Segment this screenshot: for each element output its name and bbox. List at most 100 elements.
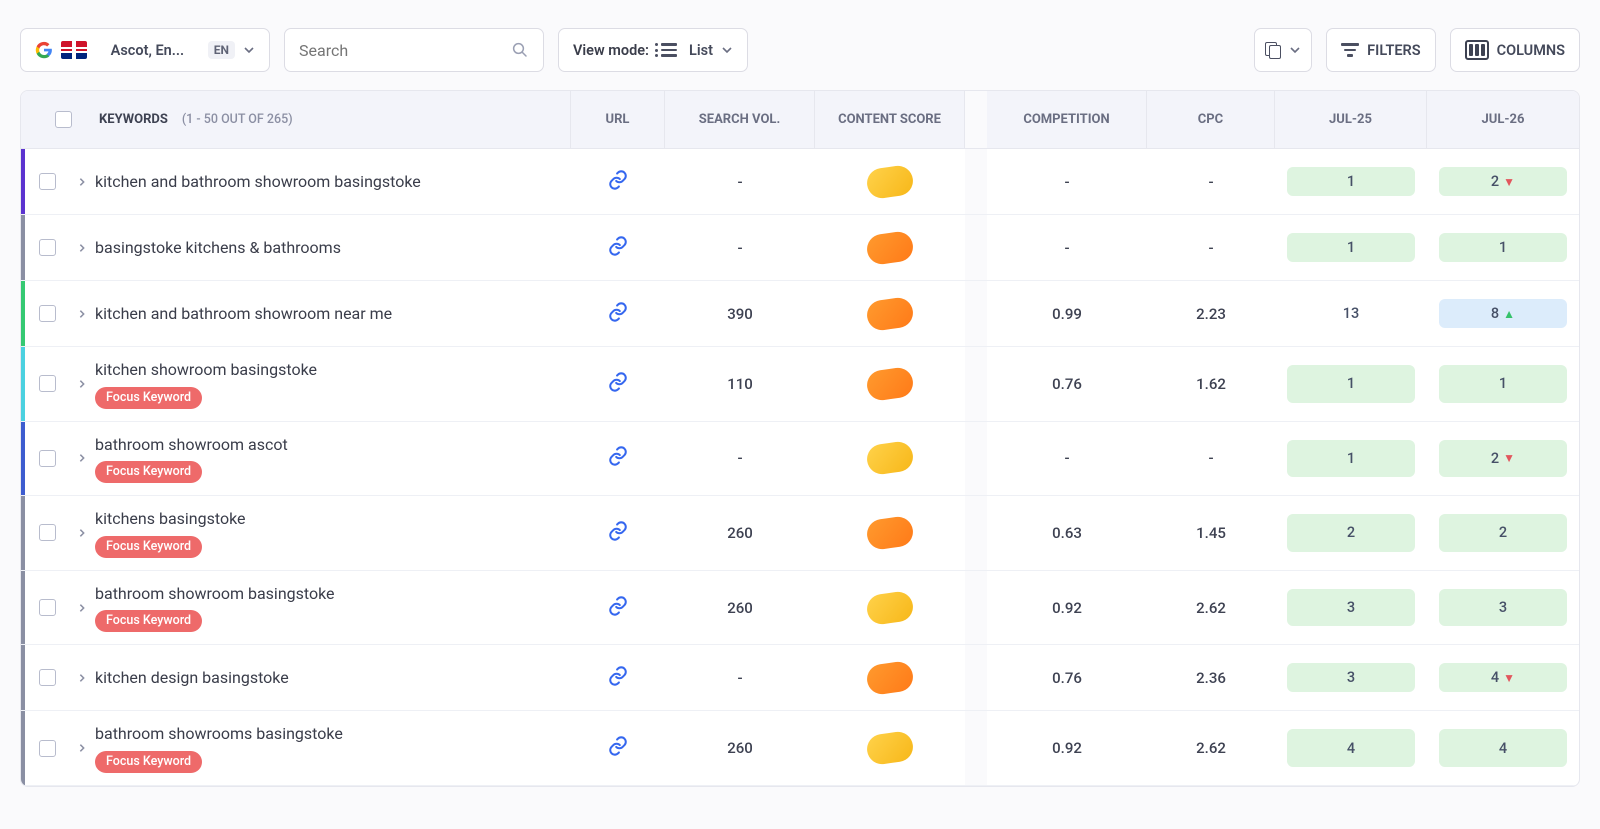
columns-icon (1465, 40, 1489, 60)
row-checkbox-cell (25, 149, 69, 214)
gap-cell (965, 711, 987, 785)
select-all-checkbox[interactable] (55, 111, 72, 128)
row-checkbox[interactable] (39, 239, 56, 256)
row-checkbox[interactable] (39, 375, 56, 392)
competition-cell: 0.63 (987, 496, 1147, 570)
col-date-2[interactable]: JUL-26 (1427, 91, 1579, 148)
url-cell[interactable] (571, 422, 665, 496)
keyword-cell[interactable]: bathroom showroom ascotFocus Keyword (95, 422, 571, 496)
expand-row[interactable] (69, 347, 95, 421)
rank-value: 2 (1499, 524, 1507, 541)
expand-row[interactable] (69, 711, 95, 785)
url-cell[interactable] (571, 215, 665, 280)
gap-cell (965, 215, 987, 280)
keyword-text: bathroom showroom basingstoke (95, 583, 335, 605)
date-cell: 1 (1275, 422, 1427, 496)
cpc-cell: - (1147, 215, 1275, 280)
filter-icon (1341, 43, 1359, 56)
row-checkbox-cell (25, 422, 69, 496)
row-checkbox[interactable] (39, 305, 56, 322)
competition-cell: 0.92 (987, 711, 1147, 785)
date-cell: 2▼ (1427, 422, 1579, 496)
url-cell[interactable] (571, 347, 665, 421)
expand-row[interactable] (69, 422, 95, 496)
keyword-cell[interactable]: basingstoke kitchens & bathrooms (95, 215, 571, 280)
url-cell[interactable] (571, 711, 665, 785)
expand-row[interactable] (69, 645, 95, 710)
gap-cell (965, 645, 987, 710)
expand-row[interactable] (69, 281, 95, 346)
search-input[interactable] (299, 41, 503, 60)
content-score-cell (815, 711, 965, 785)
rank-value: 1 (1347, 239, 1355, 256)
keyword-cell[interactable]: kitchen and bathroom showroom near me (95, 281, 571, 346)
keyword-text: basingstoke kitchens & bathrooms (95, 237, 341, 259)
date-cell: 4▼ (1427, 645, 1579, 710)
keyword-cell[interactable]: kitchen and bathroom showroom basingstok… (95, 149, 571, 214)
expand-row[interactable] (69, 215, 95, 280)
competition-cell: 0.76 (987, 645, 1147, 710)
keyword-text: bathroom showroom ascot (95, 434, 288, 456)
search-icon (511, 41, 529, 59)
col-cpc[interactable]: CPC (1147, 91, 1275, 148)
competition-cell: - (987, 422, 1147, 496)
date-cell: 13 (1275, 281, 1427, 346)
keyword-cell[interactable]: kitchens basingstokeFocus Keyword (95, 496, 571, 570)
search-vol-cell: 260 (665, 496, 815, 570)
arrow-down-icon: ▼ (1503, 175, 1515, 189)
col-keywords[interactable]: KEYWORDS (99, 112, 168, 127)
url-cell[interactable] (571, 645, 665, 710)
keywords-table: KEYWORDS (1 - 50 OUT OF 265) URL SEARCH … (20, 90, 1580, 787)
focus-keyword-badge: Focus Keyword (95, 536, 202, 558)
cpc-cell: 1.45 (1147, 496, 1275, 570)
expand-row[interactable] (69, 496, 95, 570)
toolbar: Ascot, En... EN View mode: List FILTERS … (20, 0, 1580, 90)
content-score-badge (865, 590, 915, 626)
date-cell: 2 (1427, 496, 1579, 570)
keyword-text: bathroom showrooms basingstoke (95, 723, 343, 745)
columns-button[interactable]: COLUMNS (1450, 28, 1580, 72)
col-url[interactable]: URL (571, 91, 665, 148)
filters-button[interactable]: FILTERS (1326, 28, 1435, 72)
search-field[interactable] (284, 28, 544, 72)
copy-menu-button[interactable] (1254, 28, 1312, 72)
date-cell: 1 (1275, 149, 1427, 214)
row-checkbox-cell (25, 645, 69, 710)
expand-row[interactable] (69, 571, 95, 645)
columns-label: COLUMNS (1497, 42, 1565, 59)
row-checkbox-cell (25, 496, 69, 570)
row-checkbox[interactable] (39, 173, 56, 190)
row-checkbox[interactable] (39, 599, 56, 616)
link-icon (607, 301, 629, 327)
search-vol-cell: 260 (665, 571, 815, 645)
keyword-cell[interactable]: bathroom showrooms basingstokeFocus Keyw… (95, 711, 571, 785)
row-checkbox-cell (25, 281, 69, 346)
row-checkbox[interactable] (39, 669, 56, 686)
col-search-vol[interactable]: SEARCH VOL. (665, 91, 815, 148)
col-competition[interactable]: COMPETITION (987, 91, 1147, 148)
competition-cell: 0.76 (987, 347, 1147, 421)
url-cell[interactable] (571, 571, 665, 645)
col-date-1[interactable]: JUL-25 (1275, 91, 1427, 148)
url-cell[interactable] (571, 281, 665, 346)
url-cell[interactable] (571, 149, 665, 214)
row-checkbox[interactable] (39, 524, 56, 541)
keyword-cell[interactable]: kitchen design basingstoke (95, 645, 571, 710)
table-row: kitchen design basingstoke - 0.76 2.36 3… (21, 645, 1579, 711)
keyword-cell[interactable]: bathroom showroom basingstokeFocus Keywo… (95, 571, 571, 645)
col-content-score[interactable]: CONTENT SCORE (815, 91, 965, 148)
expand-row[interactable] (69, 149, 95, 214)
keyword-text: kitchen showroom basingstoke (95, 359, 317, 381)
view-mode-selector[interactable]: View mode: List (558, 28, 748, 72)
keyword-cell[interactable]: kitchen showroom basingstokeFocus Keywor… (95, 347, 571, 421)
row-checkbox[interactable] (39, 740, 56, 757)
url-cell[interactable] (571, 496, 665, 570)
content-score-cell (815, 422, 965, 496)
rank-value: 1 (1499, 239, 1507, 256)
cpc-cell: 2.36 (1147, 645, 1275, 710)
row-checkbox[interactable] (39, 450, 56, 467)
location-selector[interactable]: Ascot, En... EN (20, 28, 270, 72)
table-row: bathroom showrooms basingstokeFocus Keyw… (21, 711, 1579, 786)
rank-value: 2 (1491, 173, 1499, 190)
date-cell: 1 (1275, 215, 1427, 280)
